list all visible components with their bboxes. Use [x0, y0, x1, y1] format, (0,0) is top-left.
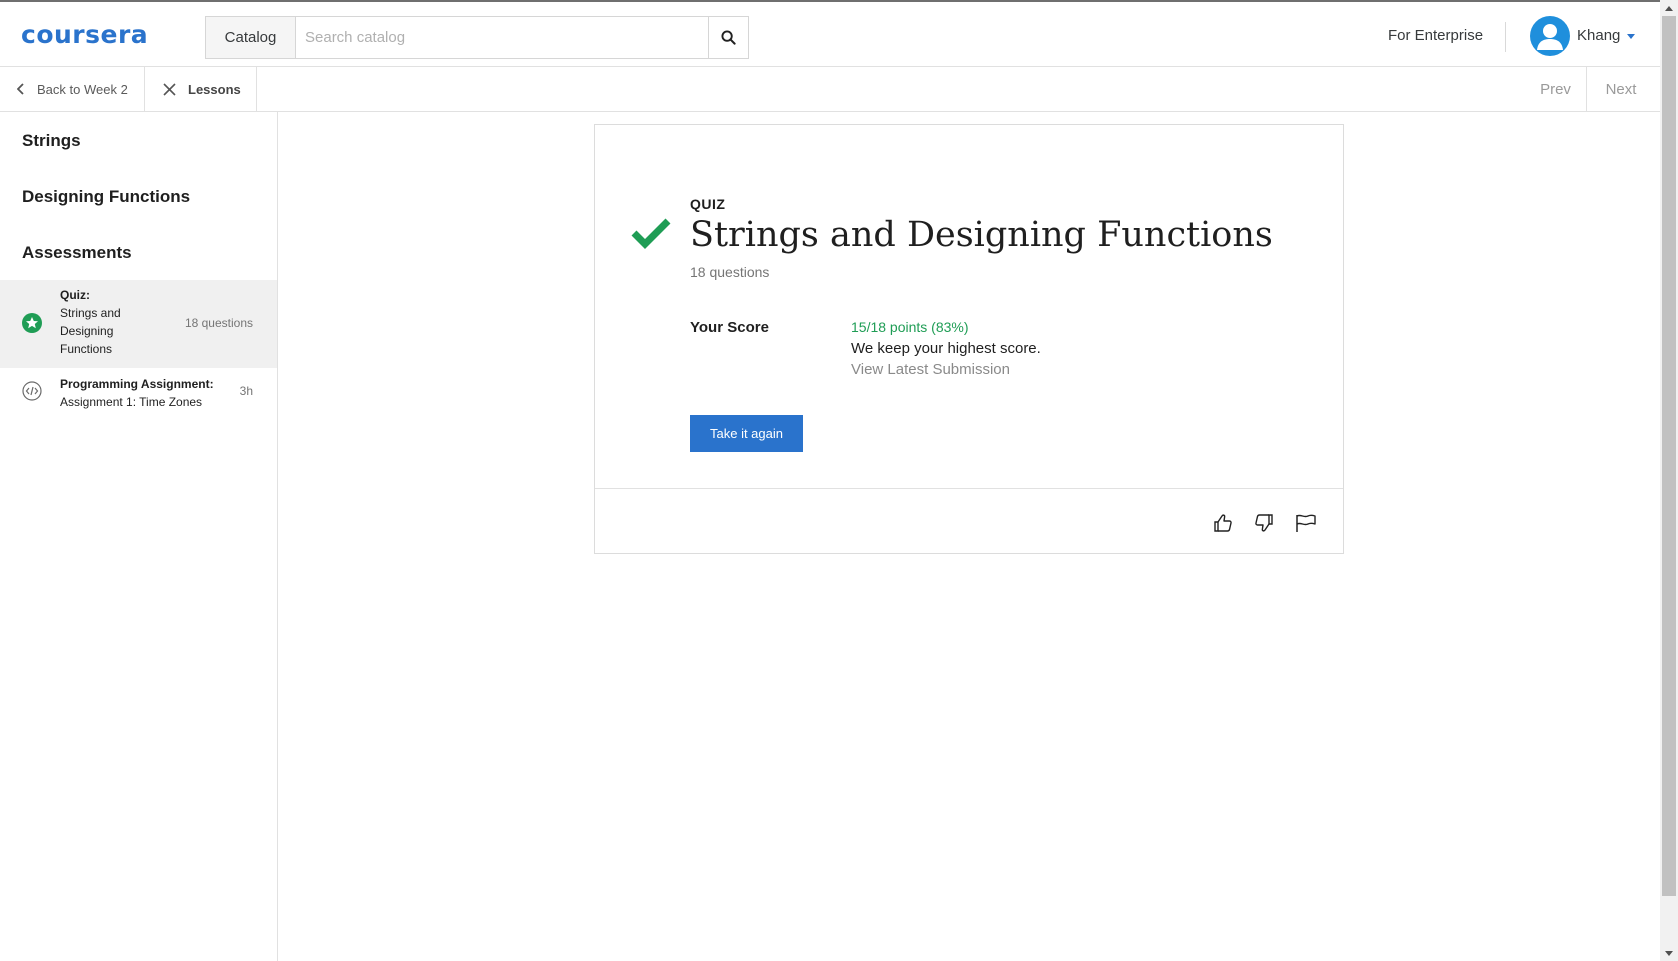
page-scrollbar[interactable] [1660, 0, 1678, 961]
sidebar-item-title: Assignment 1: Time Zones [60, 395, 203, 409]
back-to-week-link[interactable]: Back to Week 2 [0, 67, 145, 111]
search-button[interactable] [708, 16, 749, 59]
view-latest-submission-link[interactable]: View Latest Submission [851, 361, 1010, 378]
thumbs-down-icon[interactable] [1252, 511, 1276, 535]
lesson-subnav: Back to Week 2 Lessons Prev Next [0, 67, 1660, 112]
lessons-label: Lessons [188, 81, 241, 97]
checkmark-icon [631, 217, 671, 254]
completed-star-icon [22, 313, 42, 338]
lesson-sidebar: Strings Designing Functions Assessments … [0, 112, 278, 961]
sidebar-section-designing-functions[interactable]: Designing Functions [22, 187, 190, 207]
chevron-left-icon [17, 83, 24, 95]
prev-button[interactable]: Prev [1525, 67, 1587, 111]
scroll-down-arrow-icon[interactable] [1660, 945, 1678, 961]
user-name[interactable]: Khang [1577, 27, 1620, 44]
quiz-card: QUIZ Strings and Designing Functions 18 … [594, 124, 1344, 554]
sidebar-item-quiz[interactable]: Quiz: Strings and Designing Functions 18… [0, 280, 277, 368]
sidebar-item-meta: 3h [239, 384, 253, 398]
score-value: 15/18 points (83%) [851, 319, 969, 335]
quiz-type-label: QUIZ [690, 196, 726, 212]
search-icon [721, 30, 736, 45]
chevron-down-icon[interactable] [1627, 34, 1635, 39]
next-button[interactable]: Next [1590, 67, 1652, 111]
back-to-week-label: Back to Week 2 [37, 81, 128, 97]
top-navbar: coursera Catalog For Enterprise Khang [0, 0, 1660, 67]
thumbs-up-icon[interactable] [1211, 511, 1235, 535]
close-icon [163, 82, 176, 96]
scroll-thumb[interactable] [1662, 16, 1676, 896]
quiz-title: Strings and Designing Functions [690, 215, 1273, 255]
sidebar-item-type: Quiz: [60, 288, 90, 302]
lessons-toggle[interactable]: Lessons [145, 67, 257, 111]
for-enterprise-link[interactable]: For Enterprise [1388, 27, 1483, 44]
sidebar-section-strings[interactable]: Strings [22, 131, 81, 151]
sidebar-item-meta: 18 questions [184, 316, 253, 330]
take-it-again-button[interactable]: Take it again [690, 415, 803, 452]
search-input[interactable] [295, 16, 709, 59]
user-avatar-icon[interactable] [1530, 16, 1570, 56]
catalog-button[interactable]: Catalog [205, 16, 295, 59]
coursera-logo[interactable]: coursera [21, 20, 148, 49]
question-count: 18 questions [690, 264, 770, 280]
scroll-up-arrow-icon[interactable] [1660, 0, 1678, 16]
score-label: Your Score [690, 319, 769, 336]
feedback-bar [595, 488, 1343, 554]
header-divider [1505, 22, 1506, 52]
sidebar-item-programming-assignment[interactable]: Programming Assignment: Assignment 1: Ti… [0, 368, 277, 420]
sidebar-section-assessments[interactable]: Assessments [22, 243, 132, 263]
score-note: We keep your highest score. [851, 340, 1041, 357]
sidebar-item-title: Strings and Designing Functions [60, 306, 121, 356]
sidebar-item-type: Programming Assignment: [60, 377, 214, 391]
code-icon [22, 381, 42, 406]
flag-icon[interactable] [1294, 511, 1318, 535]
